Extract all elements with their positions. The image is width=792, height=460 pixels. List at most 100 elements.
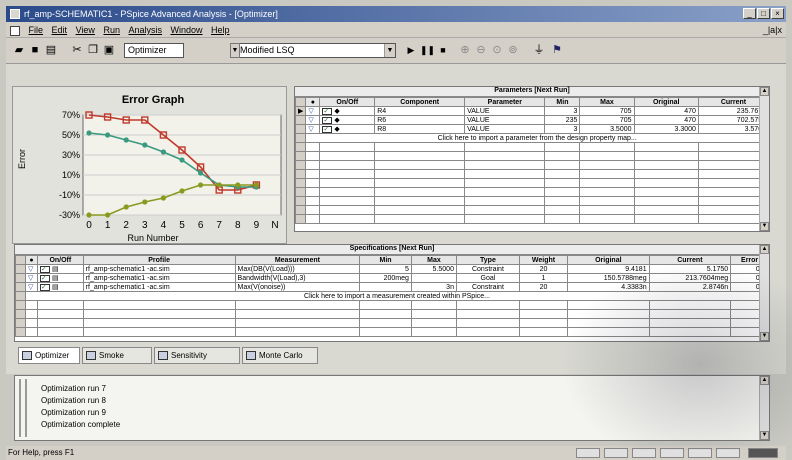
output-scroll-up-icon[interactable]: ▲ (760, 376, 769, 385)
run-icon[interactable]: ▶ (404, 43, 418, 57)
tab-monte-carlo[interactable]: Monte Carlo (242, 347, 318, 364)
empty-cell (294, 160, 307, 170)
import-measurement-link[interactable]: Click here to import a measurement creat… (25, 291, 769, 301)
parameters-scrollbar[interactable]: ▲ ▼ (759, 87, 769, 231)
output-dock-grip[interactable] (19, 379, 27, 437)
cell-current: 235.7673 (697, 106, 770, 116)
scroll-up-icon[interactable]: ▲ (760, 87, 769, 96)
onoff-checkbox[interactable]: ✓ ▤ (37, 282, 84, 292)
empty-cell (294, 142, 307, 152)
tab-sensitivity[interactable]: Sensitivity (154, 347, 240, 364)
col-max: Max (579, 97, 635, 107)
tab-optimizer[interactable]: Optimizer (18, 347, 80, 364)
zoom-out-icon[interactable]: ⊖ (474, 43, 488, 57)
scroll-down-icon[interactable]: ▼ (760, 222, 769, 231)
empty-cell (305, 169, 321, 179)
x-tick-label: 9 (254, 220, 260, 231)
status-text: For Help, press F1 (8, 448, 75, 457)
empty-cell (455, 300, 520, 310)
empty-cell (464, 187, 546, 197)
row-header (15, 273, 26, 283)
menu-bar: File Edit View Run Analysis Window Help … (6, 22, 786, 38)
table-row[interactable]: ▽ ✓ ▤ rf_amp-schematic1 -ac.sim Bandwidth(V… (15, 273, 769, 283)
close-button[interactable]: × (771, 8, 784, 19)
cell-max: 705 (579, 106, 635, 116)
empty-cell (305, 151, 321, 161)
empty-cell (294, 178, 307, 188)
empty-cell (455, 318, 520, 328)
empty-cell (319, 142, 376, 152)
pause-icon[interactable]: ❚❚ (420, 43, 435, 57)
cut-icon[interactable]: ✂ (70, 43, 84, 57)
empty-cell (25, 309, 38, 319)
specifications-scrollbar[interactable]: ▲ ▼ (759, 245, 769, 341)
empty-cell (567, 318, 650, 328)
menu-file[interactable]: File (29, 25, 44, 35)
zoom-in-icon[interactable]: ⊕ (458, 43, 472, 57)
menu-edit[interactable]: Edit (52, 25, 68, 35)
menu-view[interactable]: View (76, 25, 95, 35)
empty-cell (305, 142, 321, 152)
empty-cell (544, 196, 581, 206)
copy-icon[interactable]: ❐ (86, 43, 100, 57)
spec-scroll-down-icon[interactable]: ▼ (760, 332, 769, 341)
output-scrollbar[interactable]: ▲ ▼ (759, 376, 769, 440)
empty-row (294, 169, 770, 179)
output-scroll-down-icon[interactable]: ▼ (760, 431, 769, 440)
empty-cell (37, 300, 84, 310)
save-icon[interactable]: ■ (28, 43, 42, 57)
empty-cell (374, 151, 466, 161)
results-icon[interactable]: ⚑ (550, 43, 564, 57)
empty-cell (374, 214, 466, 224)
stop-icon[interactable]: ■ (436, 43, 450, 57)
spec-scroll-up-icon[interactable]: ▲ (760, 245, 769, 254)
table-row[interactable]: ▶ ▽ ✓ ◆ R4 VALUE 3 705 470 235.7673 (294, 106, 770, 116)
tab-smoke[interactable]: Smoke (82, 347, 152, 364)
empty-cell (305, 196, 321, 206)
onoff-checkbox[interactable]: ✓ ◆ (319, 115, 376, 125)
table-row[interactable]: ▽ ✓ ◆ R8 VALUE 3 3.5000 3.3000 3.5700 (294, 124, 770, 134)
menu-analysis[interactable]: Analysis (128, 25, 162, 35)
engine-select[interactable]: Modified LSQ ▼ (236, 43, 396, 58)
col-original: Original (633, 97, 699, 107)
menu-run[interactable]: Run (103, 25, 120, 35)
tool-select-arrow[interactable]: ▼ (230, 43, 240, 58)
cell-current: 2.8746n (648, 282, 732, 292)
minimize-button[interactable]: _ (743, 8, 756, 19)
toolbar: ▰ ■ ▤ ✂ ❐ ▣ Optimizer Modified LSQ ▼ ▼ ▶… (6, 38, 786, 64)
cell-parameter: VALUE (464, 124, 546, 134)
child-window-controls[interactable]: _|a|x (763, 22, 782, 38)
table-row[interactable]: ▽ ✓ ▤ rf_amp-schematic1 -ac.sim Max(DB(V(Lo… (15, 264, 769, 274)
open-icon[interactable]: ▰ (12, 43, 26, 57)
sensitivity-icon (158, 351, 168, 360)
chevron-down-icon[interactable]: ▼ (384, 44, 395, 57)
onoff-checkbox[interactable]: ✓ ▤ (37, 264, 84, 274)
onoff-checkbox[interactable]: ✓ ◆ (319, 124, 376, 134)
paste-icon[interactable]: ▣ (102, 43, 116, 57)
empty-cell (697, 142, 770, 152)
print-icon[interactable]: ▤ (44, 43, 58, 57)
empty-cell (359, 309, 412, 319)
filter-icon[interactable]: ⏚ (532, 43, 546, 57)
spec-col-original: Original (567, 255, 650, 265)
data-point (86, 130, 92, 136)
x-tick-label: 8 (235, 220, 241, 231)
empty-cell (633, 160, 699, 170)
empty-cell (374, 187, 466, 197)
empty-cell (374, 178, 466, 188)
tool-select[interactable]: Optimizer (124, 43, 184, 58)
onoff-checkbox[interactable]: ✓ ◆ (319, 106, 376, 116)
cell-max: 3.5000 (579, 124, 635, 134)
empty-cell (464, 205, 546, 215)
zoom-area-icon[interactable]: ⊚ (506, 43, 520, 57)
graph-title: Error Graph (122, 94, 185, 106)
table-row[interactable]: ▽ ✓ ▤ rf_amp-schematic1 -ac.sim Max(V(onois… (15, 282, 769, 292)
maximize-button[interactable]: □ (757, 8, 770, 19)
empty-cell (359, 300, 412, 310)
import-parameter-link[interactable]: Click here to import a parameter from th… (305, 133, 769, 143)
menu-help[interactable]: Help (211, 25, 230, 35)
zoom-fit-icon[interactable]: ⊙ (490, 43, 504, 57)
onoff-checkbox[interactable]: ✓ ▤ (37, 273, 84, 283)
menu-window[interactable]: Window (171, 25, 203, 35)
table-row[interactable]: ▽ ✓ ◆ R6 VALUE 235 705 470 702.5752 (294, 115, 770, 125)
